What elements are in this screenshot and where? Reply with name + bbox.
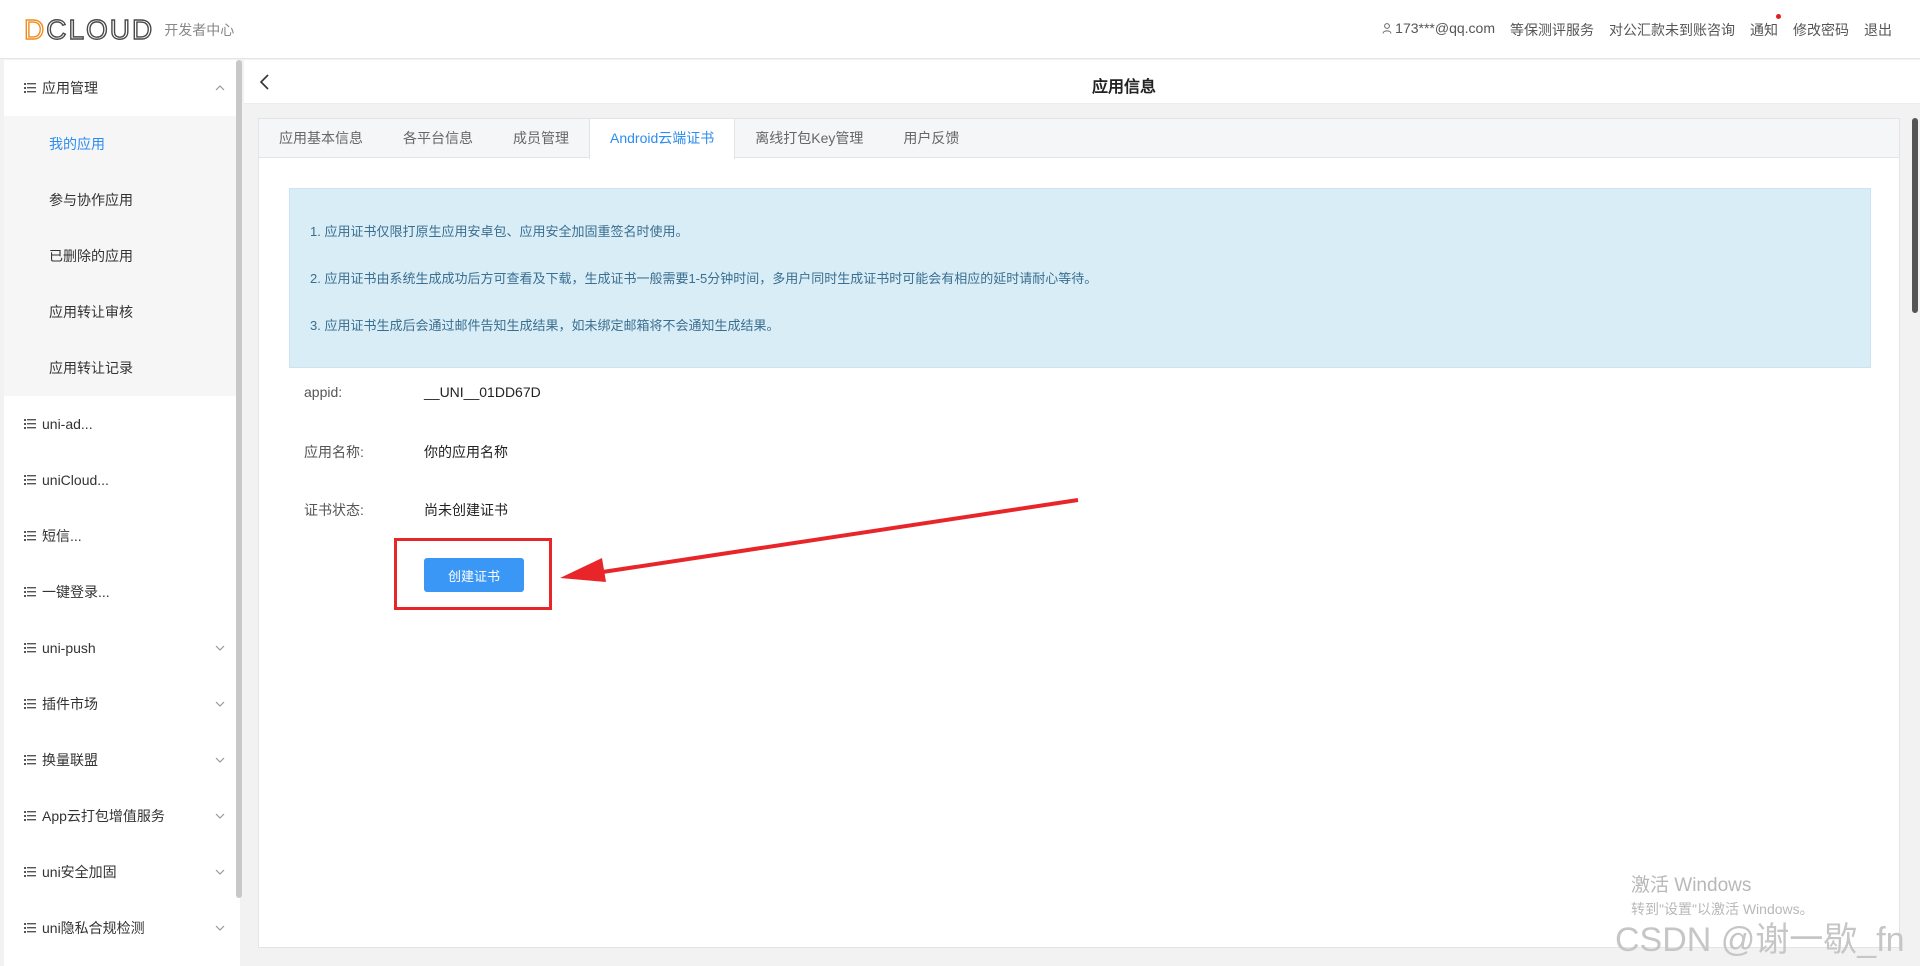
cert-status-label: 证书状态:	[304, 502, 364, 518]
sidebar-group-label: uni-ad...	[42, 416, 93, 432]
sidebar-group-sms[interactable]: 短信...	[4, 508, 240, 564]
list-icon	[24, 811, 36, 821]
sidebar-group-label: 应用管理	[42, 80, 98, 96]
eval-service-link[interactable]: 等保测评服务	[1510, 20, 1594, 40]
tab-bar: 应用基本信息 各平台信息 成员管理 Android云端证书 离线打包Key管理 …	[259, 119, 1899, 159]
user-email: 173***@qq.com	[1395, 20, 1495, 36]
list-icon	[24, 643, 36, 653]
notifications-link[interactable]: 通知	[1750, 14, 1781, 40]
sidebar-group-label: 插件市场	[42, 696, 98, 712]
logo-subtitle: 开发者中心	[164, 22, 235, 38]
notifications-label: 通知	[1750, 22, 1778, 38]
tab-offline-key[interactable]: 离线打包Key管理	[735, 119, 883, 158]
annotation-arrow-icon	[560, 498, 1079, 582]
sidebar-group-security-hardening[interactable]: uni安全加固	[4, 844, 240, 900]
dcloud-logo[interactable]: DCLOUD 开发者中心	[23, 13, 235, 46]
sidebar-group-one-click-login[interactable]: 一键登录...	[4, 564, 240, 620]
list-icon	[24, 475, 36, 485]
logo-text: DCLOUD	[23, 13, 155, 45]
sidebar-submenu: 我的应用 参与协作应用 已删除的应用 应用转让审核 应用转让记录	[4, 116, 240, 396]
list-icon	[24, 83, 36, 93]
sidebar-group-label: App云打包增值服务	[42, 808, 165, 824]
top-header: DCLOUD 开发者中心 173***@qq.com 等保测评服务 对公汇款未到…	[0, 0, 1920, 59]
sidebar-item-transfer-review[interactable]: 应用转让审核	[4, 284, 240, 340]
notice-line: 2. 应用证书由系统生成成功后方可查看及下载，生成证书一般需要1-5分钟时间，多…	[310, 271, 1098, 286]
chevron-down-icon	[215, 757, 225, 763]
sidebar-group-uni-ad[interactable]: uni-ad...	[4, 396, 240, 452]
list-icon	[24, 755, 36, 765]
sidebar-group-label: uni-push	[42, 640, 96, 656]
sidebar-item-transfer-records[interactable]: 应用转让记录	[4, 340, 240, 396]
logout-link[interactable]: 退出	[1864, 20, 1892, 40]
sidebar-group-traffic-alliance[interactable]: 换量联盟	[4, 732, 240, 788]
notice-line: 1. 应用证书仅限打原生应用安卓包、应用安全加固重签名时使用。	[310, 224, 689, 239]
list-icon	[24, 867, 36, 877]
list-icon	[24, 923, 36, 933]
sidebar-group-label: uniCloud...	[42, 472, 109, 488]
appid-value: __UNI__01DD67D	[424, 384, 541, 400]
chevron-down-icon	[215, 925, 225, 931]
chevron-down-icon	[215, 645, 225, 651]
page-title: 应用信息	[1091, 79, 1156, 96]
tab-platform-info[interactable]: 各平台信息	[383, 119, 493, 158]
sidebar-group-app-management[interactable]: 应用管理	[4, 60, 240, 116]
windows-watermark-title: 激活 Windows	[1631, 875, 1752, 896]
chevron-down-icon	[215, 869, 225, 875]
sidebar-group-label: uni安全加固	[42, 864, 117, 880]
payment-consult-link[interactable]: 对公汇款未到账咨询	[1609, 20, 1735, 40]
create-certificate-button[interactable]: 创建证书	[424, 558, 524, 592]
chevron-down-icon	[215, 701, 225, 707]
sidebar-group-label: 换量联盟	[42, 752, 98, 768]
sidebar: 应用管理 我的应用 参与协作应用 已删除的应用 应用转让审核 应用转让记录 un…	[4, 60, 240, 966]
user-icon	[1382, 23, 1392, 34]
tab-feedback[interactable]: 用户反馈	[883, 119, 979, 158]
sidebar-group-uni-push[interactable]: uni-push	[4, 620, 240, 676]
notification-dot	[1776, 14, 1781, 19]
list-icon	[24, 419, 36, 429]
page-title-bar: 应用信息	[244, 60, 1920, 104]
sidebar-item-deleted-apps[interactable]: 已删除的应用	[4, 228, 240, 284]
sidebar-scrollbar[interactable]	[236, 60, 242, 898]
chevron-up-icon	[215, 85, 225, 91]
sidebar-group-label: 短信...	[42, 528, 82, 544]
main-scrollbar[interactable]	[1912, 118, 1918, 313]
list-icon	[24, 587, 36, 597]
user-account-link[interactable]: 173***@qq.com	[1382, 20, 1495, 40]
sidebar-item-collab-apps[interactable]: 参与协作应用	[4, 172, 240, 228]
tab-android-cert[interactable]: Android云端证书	[589, 119, 736, 159]
info-notice: 1. 应用证书仅限打原生应用安卓包、应用安全加固重签名时使用。 2. 应用证书由…	[289, 188, 1871, 368]
list-icon	[24, 699, 36, 709]
sidebar-group-plugin-market[interactable]: 插件市场	[4, 676, 240, 732]
appid-label: appid:	[304, 384, 343, 400]
sidebar-item-my-apps[interactable]: 我的应用	[4, 116, 240, 172]
header-nav: 173***@qq.com 等保测评服务 对公汇款未到账咨询 通知 修改密码 退…	[1382, 14, 1892, 40]
sidebar-group-cloud-build[interactable]: App云打包增值服务	[4, 788, 240, 844]
app-name-label: 应用名称:	[304, 444, 364, 460]
sidebar-group-label: uni隐私合规检测	[42, 920, 145, 936]
chevron-down-icon	[215, 813, 225, 819]
change-password-link[interactable]: 修改密码	[1793, 20, 1849, 40]
sidebar-group-unicloud[interactable]: uniCloud...	[4, 452, 240, 508]
tab-basic-info[interactable]: 应用基本信息	[259, 119, 383, 158]
tab-members[interactable]: 成员管理	[493, 119, 589, 158]
notice-line: 3. 应用证书生成后会通过邮件告知生成结果，如未绑定邮箱将不会通知生成结果。	[310, 318, 780, 333]
cert-status-value: 尚未创建证书	[424, 502, 508, 518]
sidebar-group-label: 一键登录...	[42, 584, 110, 600]
list-icon	[24, 531, 36, 541]
app-name-value: 你的应用名称	[424, 444, 508, 460]
sidebar-group-privacy-check[interactable]: uni隐私合规检测	[4, 900, 240, 956]
csdn-watermark: CSDN @谢一歇_fn	[1615, 921, 1905, 959]
